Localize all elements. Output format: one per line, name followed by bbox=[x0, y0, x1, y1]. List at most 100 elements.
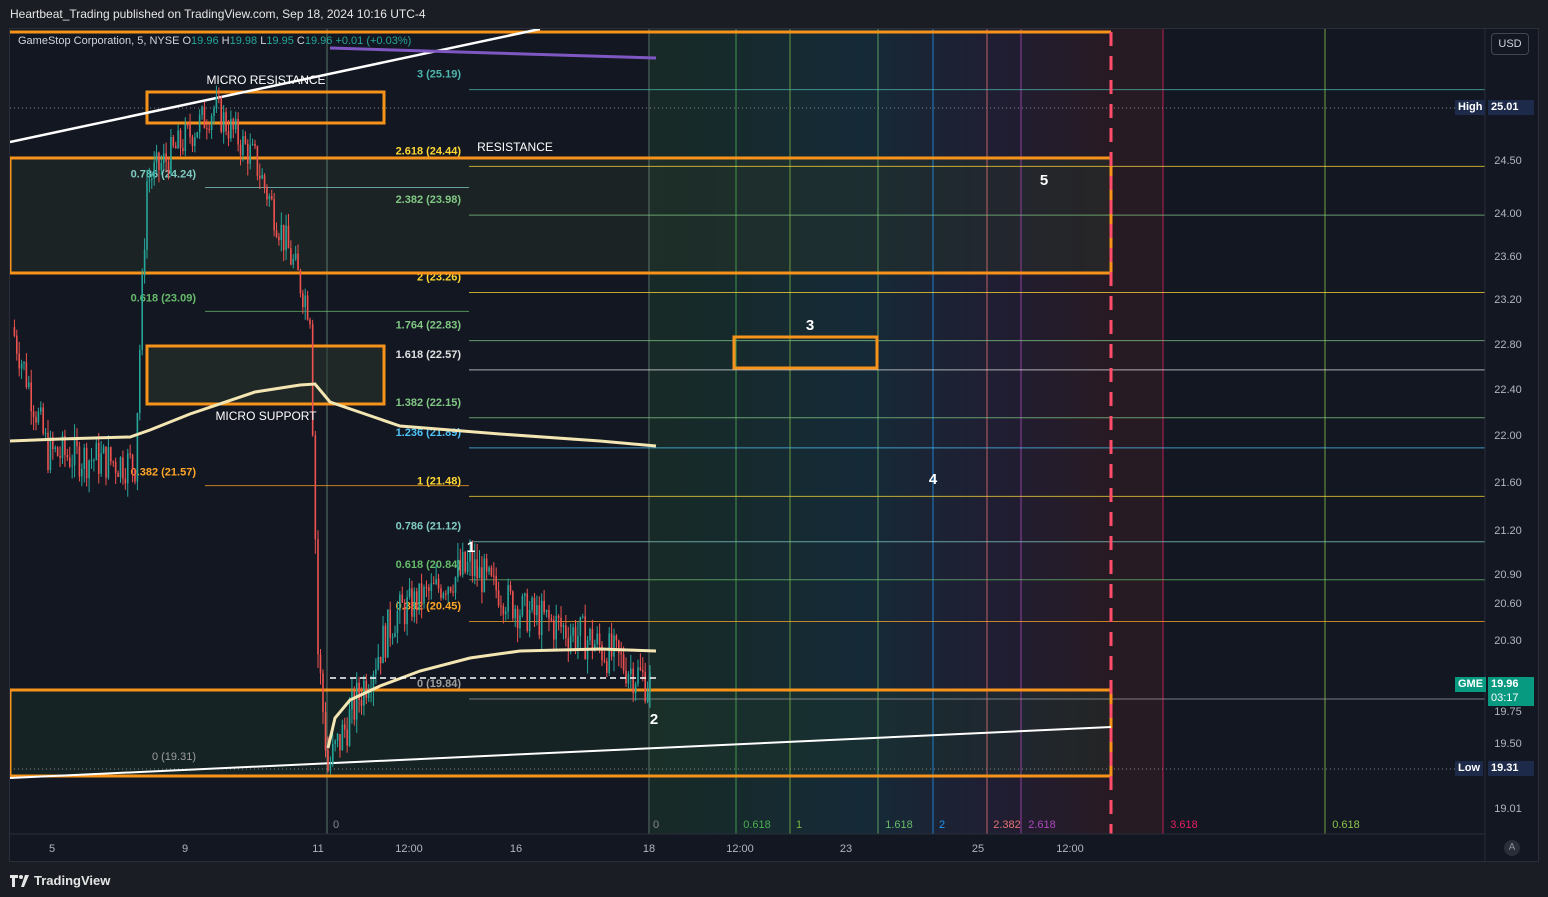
candle-body-112 bbox=[282, 224, 285, 251]
candle-body-118 bbox=[297, 253, 299, 271]
candle-body-116 bbox=[292, 259, 295, 265]
candle-body-228 bbox=[562, 625, 565, 628]
candle-body-101 bbox=[256, 146, 259, 176]
candle-body-188 bbox=[466, 561, 469, 572]
candle-body-245 bbox=[603, 660, 606, 662]
candle-body-73 bbox=[189, 124, 191, 137]
fib-time-zone-shading-right bbox=[1112, 29, 1163, 834]
x-tick-0: 5 bbox=[49, 843, 55, 855]
low-value-tag: 19.31 bbox=[1488, 761, 1534, 776]
candle-body-205 bbox=[507, 585, 509, 612]
candle-body-27 bbox=[78, 446, 81, 477]
fib-time-label-6: 2.382 bbox=[993, 819, 1021, 831]
fib-upper-label-2: 0.382 (21.57) bbox=[131, 467, 197, 479]
y-tick-4: 22.80 bbox=[1494, 339, 1522, 351]
candle-body-133 bbox=[334, 740, 336, 744]
candle-body-19 bbox=[59, 455, 61, 458]
tradingview-logo[interactable]: TradingView bbox=[10, 873, 110, 888]
candle-body-25 bbox=[73, 436, 76, 466]
candle-body-24 bbox=[71, 465, 73, 467]
candle-body-162 bbox=[403, 602, 406, 625]
candle-body-163 bbox=[406, 596, 408, 625]
candle-body-0 bbox=[13, 327, 16, 336]
candle-body-97 bbox=[246, 143, 249, 164]
legend-change: +0.01 (+0.03%) bbox=[335, 35, 412, 47]
candle-body-49 bbox=[131, 454, 134, 470]
fib-ext-label-1: 2.618 (24.44) bbox=[396, 145, 462, 157]
x-tick-7: 23 bbox=[840, 843, 852, 855]
candle-body-195 bbox=[483, 558, 486, 593]
candle-body-60 bbox=[158, 152, 160, 170]
candle-body-81 bbox=[208, 129, 211, 131]
candle-body-102 bbox=[258, 175, 261, 179]
candle-body-36 bbox=[100, 453, 102, 474]
y-tick-13: 19.50 bbox=[1494, 738, 1522, 750]
candle-body-1 bbox=[16, 335, 18, 354]
candle-body-104 bbox=[263, 175, 266, 188]
tradingview-logo-text: TradingView bbox=[34, 873, 111, 888]
candle-body-122 bbox=[306, 295, 309, 320]
chart-panel[interactable]: 0 0 0.618 1 1.618 2 2.382 2.618 3.618 0.618 3 (25.… bbox=[9, 28, 1539, 862]
candle-body-255 bbox=[627, 674, 630, 684]
candle-body-29 bbox=[83, 447, 86, 469]
candle-body-219 bbox=[540, 600, 543, 636]
legend-close-label: C bbox=[296, 35, 305, 47]
candle-body-193 bbox=[478, 567, 481, 579]
candle-body-47 bbox=[126, 453, 129, 484]
candle-body-186 bbox=[461, 552, 464, 575]
high-label-tag: High bbox=[1455, 100, 1486, 115]
candle-body-66 bbox=[172, 137, 175, 146]
auto-scale-button[interactable]: A bbox=[1504, 840, 1520, 856]
candle-body-96 bbox=[244, 136, 247, 144]
candle-body-93 bbox=[237, 119, 239, 145]
candle-body-59 bbox=[155, 152, 158, 163]
currency-button[interactable]: USD bbox=[1491, 33, 1529, 55]
legend-high: 19.98 bbox=[229, 35, 258, 47]
candle-body-160 bbox=[399, 594, 401, 611]
annotation-micro-resistance: MICRO RESISTANCE bbox=[206, 73, 325, 87]
candle-body-22 bbox=[66, 455, 69, 458]
candle-body-257 bbox=[632, 668, 634, 694]
candle-body-88 bbox=[225, 112, 227, 132]
candle-body-130 bbox=[327, 750, 329, 771]
candle-body-132 bbox=[331, 743, 334, 764]
y-tick-7: 21.60 bbox=[1494, 477, 1522, 489]
candle-body-45 bbox=[122, 457, 124, 479]
candle-body-183 bbox=[454, 577, 457, 593]
candle-body-123 bbox=[309, 319, 311, 325]
candle-body-252 bbox=[620, 652, 622, 655]
candle-body-202 bbox=[500, 605, 502, 607]
candle-body-71 bbox=[184, 124, 187, 152]
candle-body-220 bbox=[543, 600, 545, 613]
candle-body-237 bbox=[584, 616, 586, 660]
candle-body-154 bbox=[384, 625, 387, 658]
candle-body-4 bbox=[23, 362, 25, 364]
countdown-tag: 03:17 bbox=[1488, 691, 1534, 706]
candle-body-197 bbox=[488, 567, 490, 572]
candle-body-254 bbox=[625, 670, 627, 684]
candle-body-125 bbox=[314, 435, 317, 540]
candle-body-153 bbox=[382, 625, 384, 664]
x-tick-9: 12:00 bbox=[1056, 843, 1084, 855]
candle-body-76 bbox=[196, 132, 199, 138]
y-tick-3: 23.20 bbox=[1494, 294, 1522, 306]
candle-body-80 bbox=[206, 128, 208, 130]
candle-body-74 bbox=[191, 136, 194, 147]
candle-body-199 bbox=[493, 575, 495, 577]
candle-body-198 bbox=[490, 567, 493, 576]
candle-body-231 bbox=[569, 635, 572, 648]
candle-body-43 bbox=[117, 472, 119, 478]
candle-body-179 bbox=[445, 593, 447, 595]
candle-body-171 bbox=[425, 587, 428, 589]
candle-body-42 bbox=[114, 461, 117, 473]
candle-body-155 bbox=[387, 609, 389, 658]
candle-body-217 bbox=[536, 605, 538, 616]
candle-body-172 bbox=[428, 587, 430, 591]
chart-canvas[interactable]: 0 0 0.618 1 1.618 2 2.382 2.618 3.618 0.618 3 (25.… bbox=[10, 29, 1538, 861]
candle-body-55 bbox=[146, 181, 148, 250]
candle-body-259 bbox=[637, 667, 639, 684]
fib-lower-label: 0 (19.31) bbox=[152, 751, 196, 763]
candle-body-250 bbox=[615, 635, 618, 641]
candle-body-235 bbox=[579, 617, 582, 636]
support-zone-fill bbox=[10, 690, 1111, 776]
